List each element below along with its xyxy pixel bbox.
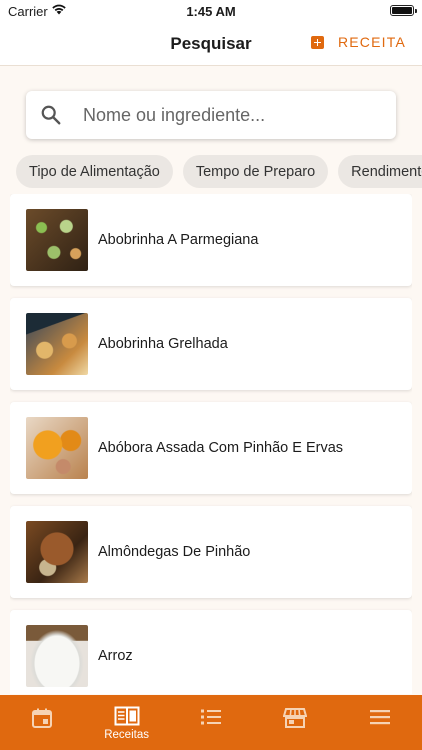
status-time: 1:45 AM: [186, 4, 236, 19]
recipe-thumbnail: [26, 625, 88, 687]
tab-list[interactable]: [169, 695, 253, 750]
calendar-icon: [32, 708, 53, 728]
tab-receitas[interactable]: Receitas: [84, 695, 168, 750]
recipe-name: Abobrinha Grelhada: [98, 336, 228, 352]
filter-chip-tipo-alimentacao[interactable]: Tipo de Alimentação: [16, 155, 173, 188]
recipe-name: Abóbora Assada Com Pinhão E Ervas: [98, 440, 344, 456]
recipe-thumbnail: [26, 417, 88, 479]
recipe-name: Arroz: [98, 648, 133, 664]
status-bar: Carrier 1:45 AM: [0, 0, 422, 24]
recipe-card[interactable]: Abobrinha A Parmegiana: [10, 194, 412, 286]
recipe-list: Abobrinha A Parmegiana Abobrinha Grelhad…: [10, 194, 412, 694]
search-icon: [41, 105, 61, 125]
tab-label-receitas: Receitas: [104, 729, 149, 741]
recipe-name: Almôndegas De Pinhão: [98, 544, 251, 560]
recipe-card[interactable]: Abobrinha Grelhada: [10, 298, 412, 390]
battery-icon: [390, 5, 417, 16]
add-recipe-label: RECEITA: [337, 34, 406, 50]
recipe-thumbnail: [26, 209, 88, 271]
filter-chips: Tipo de Alimentação Tempo de Preparo Ren…: [16, 155, 422, 188]
plus-square-icon: [310, 35, 324, 49]
tab-calendar[interactable]: [0, 695, 84, 750]
tab-bar: Receitas: [0, 695, 422, 750]
recipe-name: Abobrinha A Parmegiana: [98, 232, 259, 248]
recipe-card[interactable]: Almôndegas De Pinhão: [10, 506, 412, 598]
recipe-thumbnail: [26, 521, 88, 583]
recipe-thumbnail: [26, 313, 88, 375]
store-icon: [283, 708, 308, 728]
menu-icon: [369, 710, 390, 725]
navigation-bar: Pesquisar RECEITA: [0, 24, 422, 66]
tab-store[interactable]: [253, 695, 337, 750]
list-icon: [201, 709, 222, 725]
add-recipe-button[interactable]: RECEITA: [310, 34, 406, 50]
recipe-card[interactable]: Arroz: [10, 610, 412, 694]
search-input[interactable]: [83, 104, 383, 126]
tab-menu[interactable]: [338, 695, 422, 750]
filter-chip-rendimento[interactable]: Rendimento: [338, 155, 422, 188]
recipe-card[interactable]: Abóbora Assada Com Pinhão E Ervas: [10, 402, 412, 494]
book-icon: [114, 706, 140, 726]
filter-chip-tempo-preparo[interactable]: Tempo de Preparo: [182, 155, 329, 188]
search-bar[interactable]: [26, 91, 396, 139]
